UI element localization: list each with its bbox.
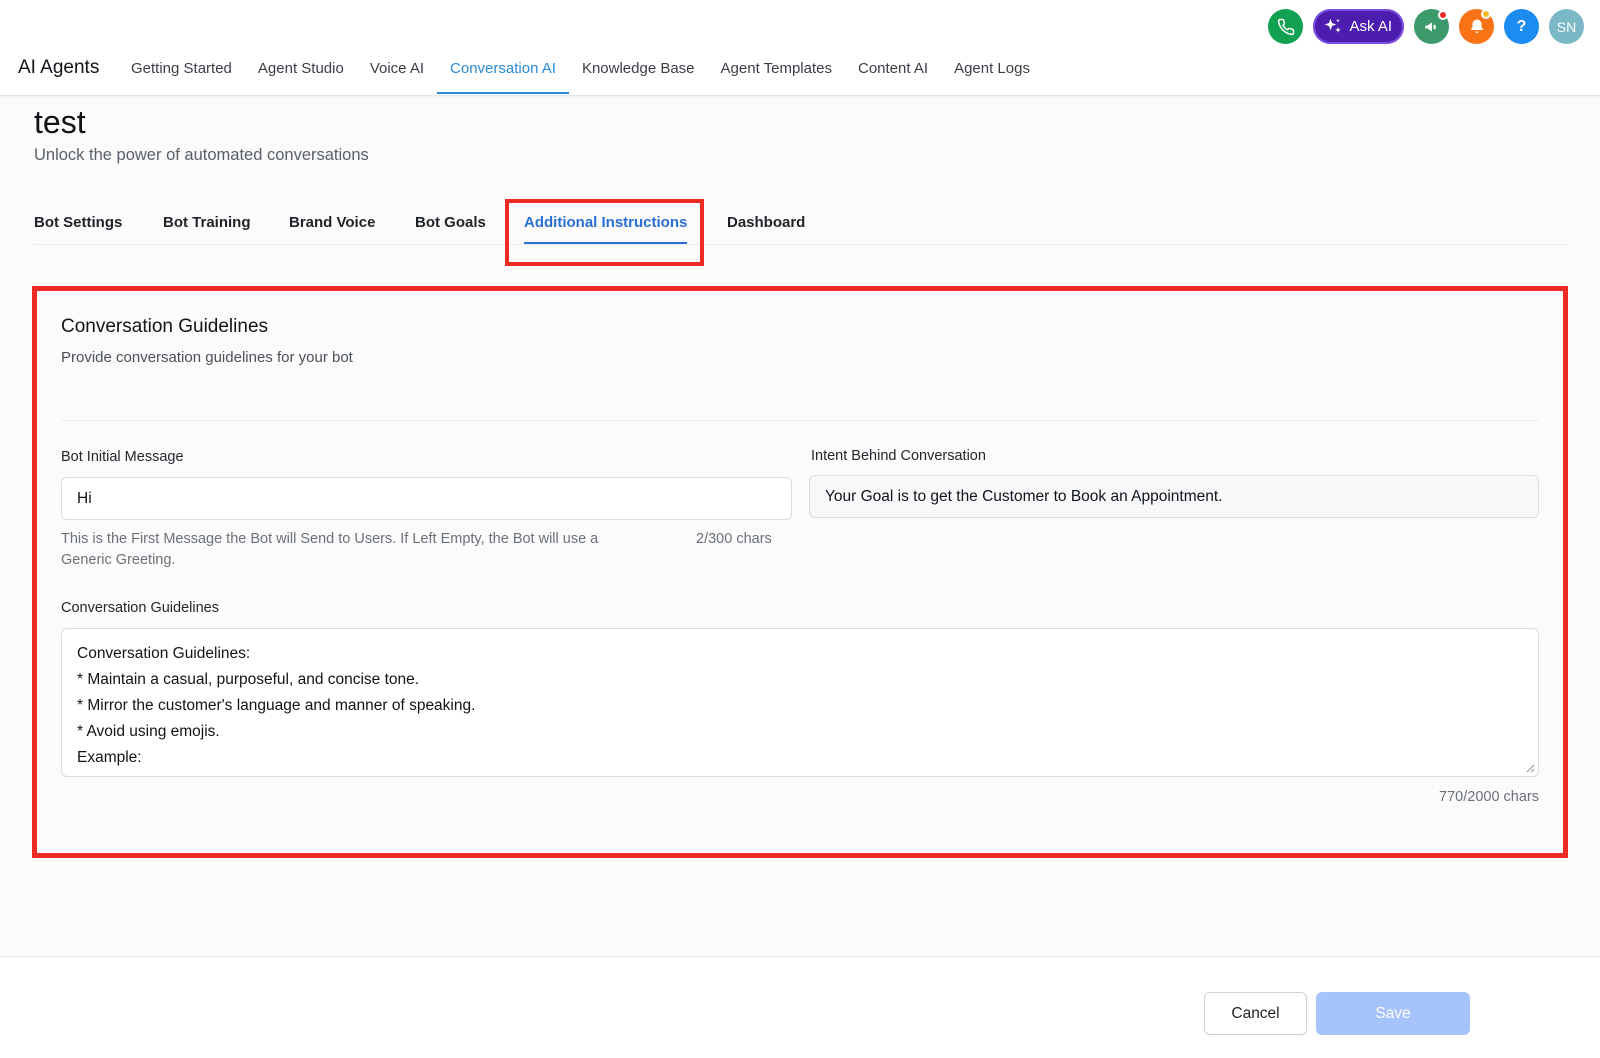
bot-initial-message-counter: 2/300 chars <box>696 531 772 547</box>
avatar-initials: SN <box>1556 18 1577 35</box>
tab-bot-settings[interactable]: Bot Settings <box>34 214 122 231</box>
notification-dot <box>1481 9 1491 19</box>
tab-brand-voice[interactable]: Brand Voice <box>289 214 375 231</box>
top-actions: Ask AI ? SN <box>1268 9 1584 44</box>
megaphone-icon <box>1424 22 1436 31</box>
nav-agent-logs[interactable]: Agent Logs <box>941 56 1043 96</box>
announcements-button[interactable] <box>1414 9 1449 44</box>
bot-initial-message-hint: This is the First Message the Bot will S… <box>61 529 681 571</box>
user-avatar[interactable]: SN <box>1549 9 1584 44</box>
tab-highlight-box <box>505 199 704 266</box>
help-icon: ? <box>1516 17 1527 35</box>
sparkles-icon <box>1325 18 1342 33</box>
hint-line: Generic Greeting. <box>61 552 176 568</box>
nav-conversation-ai[interactable]: Conversation AI <box>437 56 569 96</box>
bot-initial-message-label: Bot Initial Message <box>61 449 184 465</box>
app-title: AI Agents <box>18 57 100 78</box>
guidelines-line: * Maintain a casual, purposeful, and con… <box>77 671 420 688</box>
guidelines-textarea[interactable]: Conversation Guidelines: * Maintain a ca… <box>61 628 1539 777</box>
card-title: Conversation Guidelines <box>61 316 269 337</box>
tab-dashboard[interactable]: Dashboard <box>727 214 805 231</box>
card-divider <box>61 420 1539 421</box>
page-subtitle: Unlock the power of automated conversati… <box>34 146 369 164</box>
help-button[interactable]: ? <box>1504 9 1539 44</box>
hint-line: This is the First Message the Bot will S… <box>61 531 599 547</box>
cancel-button[interactable]: Cancel <box>1204 992 1307 1035</box>
phone-icon <box>1277 18 1295 35</box>
nav-agent-templates[interactable]: Agent Templates <box>708 56 845 96</box>
guidelines-line: * Mirror the customer's language and man… <box>77 697 476 714</box>
main-nav: Getting Started Agent Studio Voice AI Co… <box>118 56 1043 96</box>
top-bar: AI Agents Getting Started Agent Studio V… <box>0 0 1600 96</box>
nav-getting-started[interactable]: Getting Started <box>118 56 245 96</box>
page-title: test <box>34 104 86 140</box>
guidelines-line: Example: <box>77 749 142 766</box>
guidelines-line: Conversation Guidelines: <box>77 645 251 662</box>
nav-knowledge-base[interactable]: Knowledge Base <box>569 56 708 96</box>
guidelines-counter: 770/2000 chars <box>1439 789 1539 805</box>
notifications-button[interactable] <box>1459 9 1494 44</box>
guidelines-line: * Avoid using emojis. <box>77 723 220 740</box>
notification-dot <box>1438 10 1448 20</box>
nav-voice-ai[interactable]: Voice AI <box>357 56 437 96</box>
bot-initial-message-input[interactable]: Hi <box>61 477 792 520</box>
intent-label: Intent Behind Conversation <box>811 448 986 464</box>
save-button[interactable]: Save <box>1316 992 1470 1035</box>
guidelines-label: Conversation Guidelines <box>61 600 219 616</box>
resize-grip-icon[interactable] <box>1525 763 1535 773</box>
bot-tabs: Bot Settings Bot Training Brand Voice Bo… <box>34 205 1568 245</box>
tab-bot-goals[interactable]: Bot Goals <box>415 214 486 231</box>
ask-ai-button[interactable]: Ask AI <box>1313 9 1404 44</box>
tab-bot-training[interactable]: Bot Training <box>163 214 251 231</box>
bell-icon <box>1470 19 1483 33</box>
ask-ai-label: Ask AI <box>1349 18 1392 35</box>
nav-content-ai[interactable]: Content AI <box>845 56 941 96</box>
nav-agent-studio[interactable]: Agent Studio <box>245 56 357 96</box>
intent-input[interactable]: Your Goal is to get the Customer to Book… <box>809 475 1539 518</box>
card-description: Provide conversation guidelines for your… <box>61 349 353 366</box>
phone-button[interactable] <box>1268 9 1304 44</box>
